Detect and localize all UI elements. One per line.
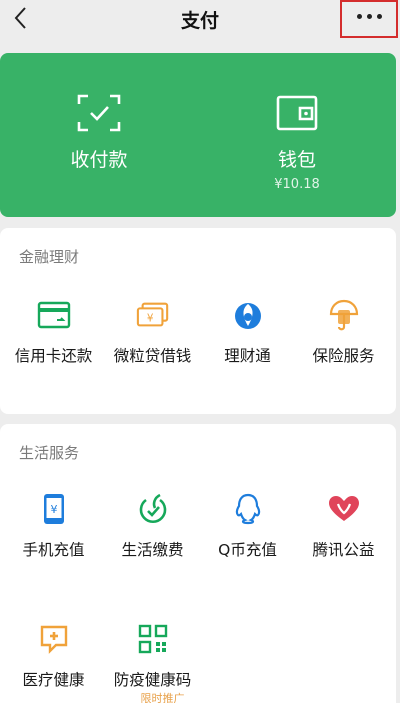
promo-label: 限时推广 [140, 692, 185, 703]
grid-item-wealth[interactable]: 理财通 [198, 298, 297, 366]
section-title-life: 生活服务 [19, 444, 80, 462]
grid-item-health-code[interactable]: 防疫健康码 [103, 622, 202, 690]
more-dots-icon [356, 13, 382, 19]
grid-label: 微粒贷借钱 [113, 347, 192, 365]
grid-item-charity[interactable]: 腾讯公益 [294, 492, 393, 560]
charity-icon [328, 496, 359, 521]
wallet-label: 钱包 [277, 149, 316, 171]
grid-label: 防疫健康码 [113, 671, 192, 689]
grid-label: 信用卡还款 [14, 347, 93, 365]
svg-text:¥: ¥ [50, 503, 57, 516]
grid-item-qcoin[interactable]: Q币充值 [198, 492, 297, 560]
grid-label: 生活缴费 [121, 541, 184, 559]
qr-health-code-icon [138, 624, 167, 654]
more-button[interactable] [340, 0, 398, 38]
svg-text:¥: ¥ [146, 313, 153, 325]
payment-card: 收付款 钱包 ¥10.18 [0, 53, 396, 217]
utility-bill-icon [139, 493, 166, 523]
collect-pay-button[interactable]: 收付款 [0, 53, 198, 217]
grid-label: 手机充值 [22, 541, 85, 559]
wallet-icon [276, 95, 318, 131]
section-title-finance: 金融理财 [19, 248, 80, 266]
wallet-balance: ¥10.18 [274, 177, 320, 192]
phone-topup-icon: ¥ [43, 494, 64, 524]
loan-icon: ¥ [136, 302, 168, 327]
wealth-icon [234, 303, 261, 329]
grid-label: 保险服务 [312, 347, 375, 365]
nav-bar: 支付 [0, 0, 400, 40]
life-services-section: 生活服务 ¥ 手机充值 生活缴费 Q币充值 腾讯公益 医疗健康 防疫健康码 限时… [0, 424, 396, 703]
grid-item-medical[interactable]: 医疗健康 [4, 622, 103, 690]
scan-check-icon [77, 94, 121, 132]
grid-label: 腾讯公益 [312, 541, 375, 559]
medical-icon [40, 625, 67, 654]
grid-label: 理财通 [224, 347, 271, 365]
grid-label: Q币充值 [218, 541, 277, 559]
wallet-button[interactable]: 钱包 ¥10.18 [198, 53, 396, 217]
grid-item-credit-card[interactable]: 信用卡还款 [4, 298, 103, 366]
credit-card-icon [37, 301, 70, 329]
finance-section: 金融理财 信用卡还款 ¥ 微粒贷借钱 理财通 保险服务 [0, 228, 396, 414]
grid-label: 医疗健康 [22, 671, 85, 689]
grid-item-phone-topup[interactable]: ¥ 手机充值 [4, 492, 103, 560]
grid-item-insurance[interactable]: 保险服务 [294, 298, 393, 366]
collect-pay-label: 收付款 [70, 149, 128, 171]
grid-item-loan[interactable]: ¥ 微粒贷借钱 [103, 298, 202, 366]
qcoin-icon [235, 493, 260, 525]
grid-item-utility-bill[interactable]: 生活缴费 [103, 492, 202, 560]
insurance-icon [329, 299, 358, 331]
